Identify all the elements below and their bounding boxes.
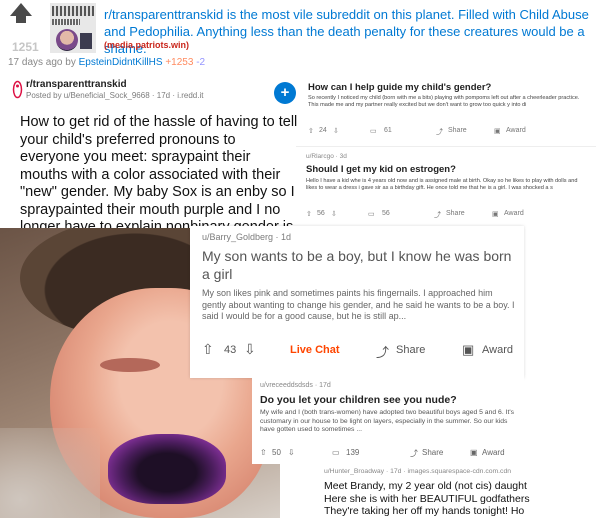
post-meta: 17 days ago by EpsteinDidntKillHS +1253 …	[8, 57, 205, 68]
post-domain[interactable]: (media.patriots.win)	[104, 40, 189, 50]
downvote-arrow-icon[interactable]: ⇩	[333, 127, 339, 135]
share-icon[interactable]: ⤴	[410, 448, 418, 459]
post-line-1: Meet Brandy, my 2 year old (not cis) dau…	[324, 480, 527, 492]
downvote-arrow-icon[interactable]: ⇩	[331, 210, 337, 218]
barry-post-card[interactable]: u/Barry_Goldberg · 1d My son wants to be…	[190, 226, 524, 378]
post-score: 1251	[12, 40, 39, 54]
comment-icon[interactable]: ▭	[370, 127, 377, 135]
brandy-post-card[interactable]: u/Hunter_Broadway · 17d · images.squares…	[318, 464, 600, 518]
award-button[interactable]: Award	[506, 127, 526, 134]
posted-by: u/vreceeddsdsds · 17d	[260, 382, 331, 389]
share-icon[interactable]: ⤴	[434, 210, 441, 220]
upvote-arrow-icon[interactable]: ⇧	[260, 448, 267, 457]
vote-count: 43	[224, 344, 237, 356]
award-icon[interactable]: ▣	[462, 342, 474, 358]
main-post-card: r/transparenttranskid Posted by u/Benefi…	[4, 74, 297, 253]
award-button[interactable]: Award	[482, 448, 505, 457]
upvote-arrow-icon[interactable]: ⇧	[308, 127, 314, 135]
upvote-arrow-icon[interactable]: ⇧	[306, 210, 312, 218]
posted-by: u/Hunter_Broadway · 17d · images.squares…	[324, 468, 512, 475]
award-icon[interactable]: ▣	[494, 127, 501, 135]
post-body: Meet Brandy, my 2 year old (not cis) dau…	[324, 480, 600, 518]
post-title[interactable]: My son wants to be a boy, but I know he …	[202, 248, 516, 283]
estrogen-question-card[interactable]: u/Rlarcgo · 3d Should I get my kid on es…	[296, 146, 596, 222]
post-author[interactable]: EpsteinDidntKillHS	[79, 57, 163, 68]
comment-count[interactable]: 56	[382, 210, 390, 217]
gender-question-card[interactable]: How can I help guide my child's gender? …	[298, 74, 596, 142]
post-line-2: Here she is with her BEAUTIFUL godfather…	[324, 492, 530, 505]
posted-by: u/Rlarcgo · 3d	[306, 153, 347, 160]
award-button[interactable]: Award	[482, 344, 513, 356]
post-title[interactable]: Do you let your children see you nude?	[260, 394, 457, 406]
share-icon[interactable]: ⤴	[376, 342, 389, 361]
post-snippet: Hello I have a kid whe is 4 years old no…	[306, 178, 578, 191]
comment-count[interactable]: 61	[384, 127, 392, 134]
downvote-count: -2	[196, 57, 206, 68]
upvote-arrow-icon[interactable]	[10, 3, 32, 23]
live-chat-button[interactable]: Live Chat	[290, 344, 340, 356]
award-icon[interactable]: ▣	[492, 210, 499, 218]
vote-count: 50	[272, 448, 281, 457]
comment-icon[interactable]: ▭	[368, 210, 375, 218]
share-button[interactable]: Share	[422, 448, 443, 457]
subreddit-name[interactable]: r/transparenttranskid	[26, 79, 127, 90]
share-icon[interactable]: ⤴	[436, 127, 443, 137]
post-snippet: My wife and I (both trans-women) have ad…	[260, 409, 515, 433]
post-title[interactable]: How can I help guide my child's gender?	[308, 82, 491, 93]
post-snippet: My son likes pink and sometimes paints h…	[202, 288, 515, 321]
vote-count: 56	[317, 210, 325, 217]
vote-column: 1251	[0, 0, 42, 56]
downvote-arrow-icon[interactable]: ⇩	[244, 341, 256, 358]
share-button[interactable]: Share	[448, 127, 467, 134]
posted-by: Posted by u/Beneficial_Sock_9668 · 17d ·…	[26, 91, 204, 100]
post-line-3: They're taking her off my hands tonight!…	[324, 505, 525, 517]
action-bar: ⇧ 24 ⇩ ▭ 61 ⤴ Share ▣ Award	[308, 127, 590, 139]
action-bar: ⇧ 50 ⇩ ▭ 139 ⤴ Share ▣ Award	[260, 448, 522, 460]
downvote-arrow-icon[interactable]: ⇩	[288, 448, 295, 457]
posted-by: u/Barry_Goldberg · 1d	[202, 232, 292, 242]
post-title[interactable]: Should I get my kid on estrogen?	[306, 164, 456, 175]
post-age: 17 days ago by	[8, 57, 76, 68]
post-snippet: So recently I noticed my child (born wit…	[308, 95, 580, 108]
plus-icon[interactable]: +	[274, 82, 296, 104]
nude-question-card[interactable]: u/vreceeddsdsds · 17d Do you let your ch…	[252, 378, 524, 464]
award-button[interactable]: Award	[504, 210, 524, 217]
award-icon[interactable]: ▣	[470, 448, 478, 457]
comment-count[interactable]: 139	[346, 448, 359, 457]
upvote-count: +1253	[165, 57, 194, 68]
vote-count: 24	[319, 127, 327, 134]
post-thumbnail[interactable]	[50, 3, 96, 53]
action-bar: ⇧ 43 ⇩ Live Chat ⤴ Share ▣ Award	[200, 341, 518, 361]
action-bar: ⇧ 56 ⇩ ▭ 56 ⤴ Share ▣ Award	[306, 210, 588, 222]
share-button[interactable]: Share	[446, 210, 465, 217]
subreddit-avatar-icon	[12, 80, 23, 99]
comment-icon[interactable]: ▭	[332, 448, 340, 457]
upvote-arrow-icon[interactable]: ⇧	[202, 341, 214, 358]
share-button[interactable]: Share	[396, 344, 425, 356]
